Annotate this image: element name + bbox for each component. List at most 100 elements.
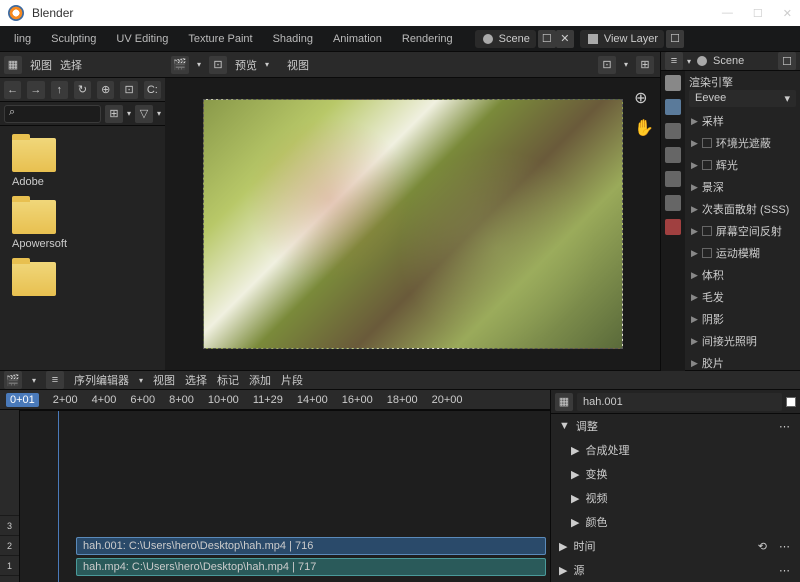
prop-ao[interactable]: ▶环境光遮蔽: [685, 132, 800, 154]
prop-video[interactable]: ▶视频: [551, 486, 800, 510]
time-ruler[interactable]: 0+01 2+00 4+00 6+00 8+00 10+00 11+29 14+…: [0, 390, 550, 410]
refresh-button[interactable]: ↻: [74, 81, 91, 99]
prop-color[interactable]: ▶颜色: [551, 510, 800, 534]
folder-apowersoft[interactable]: Apowersoft: [8, 196, 157, 254]
checkbox[interactable]: [702, 248, 712, 258]
tab-animation[interactable]: Animation: [323, 33, 392, 45]
grid-view-button[interactable]: ⊞: [105, 105, 123, 123]
channel-3[interactable]: 3: [0, 516, 19, 536]
world-tab-icon[interactable]: [665, 195, 681, 211]
prop-volume[interactable]: ▶体积: [685, 264, 800, 286]
strip-type-icon[interactable]: ▦: [555, 393, 573, 411]
maximize-button[interactable]: ☐: [753, 7, 763, 20]
scene-tab-icon[interactable]: [665, 171, 681, 187]
seq-mode-icon[interactable]: ≡: [46, 371, 64, 389]
tracks-area[interactable]: hah.001: C:\Users\hero\Desktop\hah.mp4 |…: [20, 410, 550, 582]
prop-indirect[interactable]: ▶间接光照明: [685, 330, 800, 352]
view-menu[interactable]: 视图: [30, 57, 52, 73]
output-tab-icon[interactable]: [665, 123, 681, 139]
channel-1[interactable]: 1: [0, 556, 19, 576]
viewlayer-selector[interactable]: View Layer: [580, 30, 664, 48]
panel-menu-icon[interactable]: ⋯: [779, 540, 792, 553]
editor-type-icon[interactable]: 🎬: [4, 371, 22, 389]
editor-type-icon[interactable]: 🎬: [171, 56, 189, 74]
tab-modeling[interactable]: ling: [4, 33, 41, 45]
adjust-panel[interactable]: ▼调整⋯: [551, 414, 800, 438]
chevron-down-icon[interactable]: ▾: [687, 57, 691, 66]
tool-tab-icon[interactable]: [665, 75, 681, 91]
preview-viewport[interactable]: ⊕ ✋: [165, 78, 660, 370]
preview-label[interactable]: 预览: [235, 57, 257, 73]
seq-add-menu[interactable]: 添加: [249, 372, 271, 388]
editor-type-icon[interactable]: ▦: [4, 56, 22, 74]
viewlayer-new-button[interactable]: ☐: [666, 30, 684, 48]
scene-name[interactable]: Scene: [713, 55, 774, 67]
seq-marker-menu[interactable]: 标记: [217, 372, 239, 388]
scene-remove-button[interactable]: ✕: [556, 30, 574, 48]
sequencer-label[interactable]: 序列编辑器: [74, 372, 129, 388]
tab-shading[interactable]: Shading: [263, 33, 323, 45]
up-button[interactable]: ↑: [51, 81, 68, 99]
checkbox[interactable]: [702, 160, 712, 170]
render-tab-icon[interactable]: [665, 99, 681, 115]
checkbox[interactable]: [702, 138, 712, 148]
prop-ssr[interactable]: ▶屏幕空间反射: [685, 220, 800, 242]
video-strip-1[interactable]: hah.001: C:\Users\hero\Desktop\hah.mp4 |…: [76, 537, 546, 555]
close-button[interactable]: ✕: [783, 7, 792, 20]
prop-sampling[interactable]: ▶采样: [685, 110, 800, 132]
strip-enable-checkbox[interactable]: [786, 397, 796, 407]
prop-shadow[interactable]: ▶阴影: [685, 308, 800, 330]
path-c-button[interactable]: C:: [144, 81, 161, 99]
playhead[interactable]: [58, 411, 59, 582]
tab-texture-paint[interactable]: Texture Paint: [178, 33, 262, 45]
source-panel[interactable]: ▶源⋯: [551, 558, 800, 582]
viewlayer-tab-icon[interactable]: [665, 147, 681, 163]
prop-dof[interactable]: ▶景深: [685, 176, 800, 198]
chevron-down-icon[interactable]: ▾: [265, 60, 269, 69]
filter-chevron-icon[interactable]: ▾: [157, 109, 161, 118]
outliner-icon[interactable]: ≡: [665, 52, 683, 70]
strip-name-input[interactable]: [577, 393, 782, 411]
select-menu[interactable]: 选择: [60, 57, 82, 73]
tab-uv-editing[interactable]: UV Editing: [106, 33, 178, 45]
tab-sculpting[interactable]: Sculpting: [41, 33, 106, 45]
engine-select[interactable]: Eevee▾: [689, 90, 796, 107]
prop-bloom[interactable]: ▶辉光: [685, 154, 800, 176]
panel-menu-icon[interactable]: ⋯: [779, 564, 792, 577]
texture-tab-icon[interactable]: [665, 219, 681, 235]
display-button[interactable]: ⊡: [120, 81, 137, 99]
lock-icon[interactable]: ⟲: [758, 540, 767, 553]
forward-button[interactable]: →: [27, 81, 44, 99]
prop-motion-blur[interactable]: ▶运动模糊: [685, 242, 800, 264]
grid-chevron-icon[interactable]: ▾: [127, 109, 131, 118]
new-folder-button[interactable]: ⊕: [97, 81, 114, 99]
channel-2[interactable]: 2: [0, 536, 19, 556]
folder-item[interactable]: [8, 258, 157, 300]
overlay-toggle[interactable]: ⊡: [598, 56, 616, 74]
channels-toggle[interactable]: ⊞: [636, 56, 654, 74]
seq-select-menu[interactable]: 选择: [185, 372, 207, 388]
zoom-icon[interactable]: ⊕: [634, 88, 654, 108]
view-menu[interactable]: 视图: [287, 57, 309, 73]
scene-new-button[interactable]: ☐: [538, 30, 556, 48]
pin-button[interactable]: ☐: [778, 52, 796, 70]
pan-icon[interactable]: ✋: [634, 118, 654, 138]
back-button[interactable]: ←: [4, 81, 21, 99]
panel-menu-icon[interactable]: ⋯: [779, 420, 792, 433]
filter-button[interactable]: ▽: [135, 105, 153, 123]
time-panel[interactable]: ▶时间⟲⋯: [551, 534, 800, 558]
checkbox[interactable]: [702, 226, 712, 236]
seq-strip-menu[interactable]: 片段: [281, 372, 303, 388]
scene-selector[interactable]: Scene: [475, 30, 536, 48]
chevron-down-icon[interactable]: ▾: [624, 60, 628, 69]
minimize-button[interactable]: —: [722, 7, 733, 20]
display-mode-icon[interactable]: ⊡: [209, 56, 227, 74]
search-input[interactable]: ⌕: [4, 105, 101, 123]
prop-transform[interactable]: ▶变换: [551, 462, 800, 486]
chevron-down-icon[interactable]: ▾: [139, 376, 143, 385]
prop-sss[interactable]: ▶次表面散射 (SSS): [685, 198, 800, 220]
timeline[interactable]: 0+01 2+00 4+00 6+00 8+00 10+00 11+29 14+…: [0, 390, 550, 582]
video-strip-2[interactable]: hah.mp4: C:\Users\hero\Desktop\hah.mp4 |…: [76, 558, 546, 576]
seq-view-menu[interactable]: 视图: [153, 372, 175, 388]
prop-compositing[interactable]: ▶合成处理: [551, 438, 800, 462]
